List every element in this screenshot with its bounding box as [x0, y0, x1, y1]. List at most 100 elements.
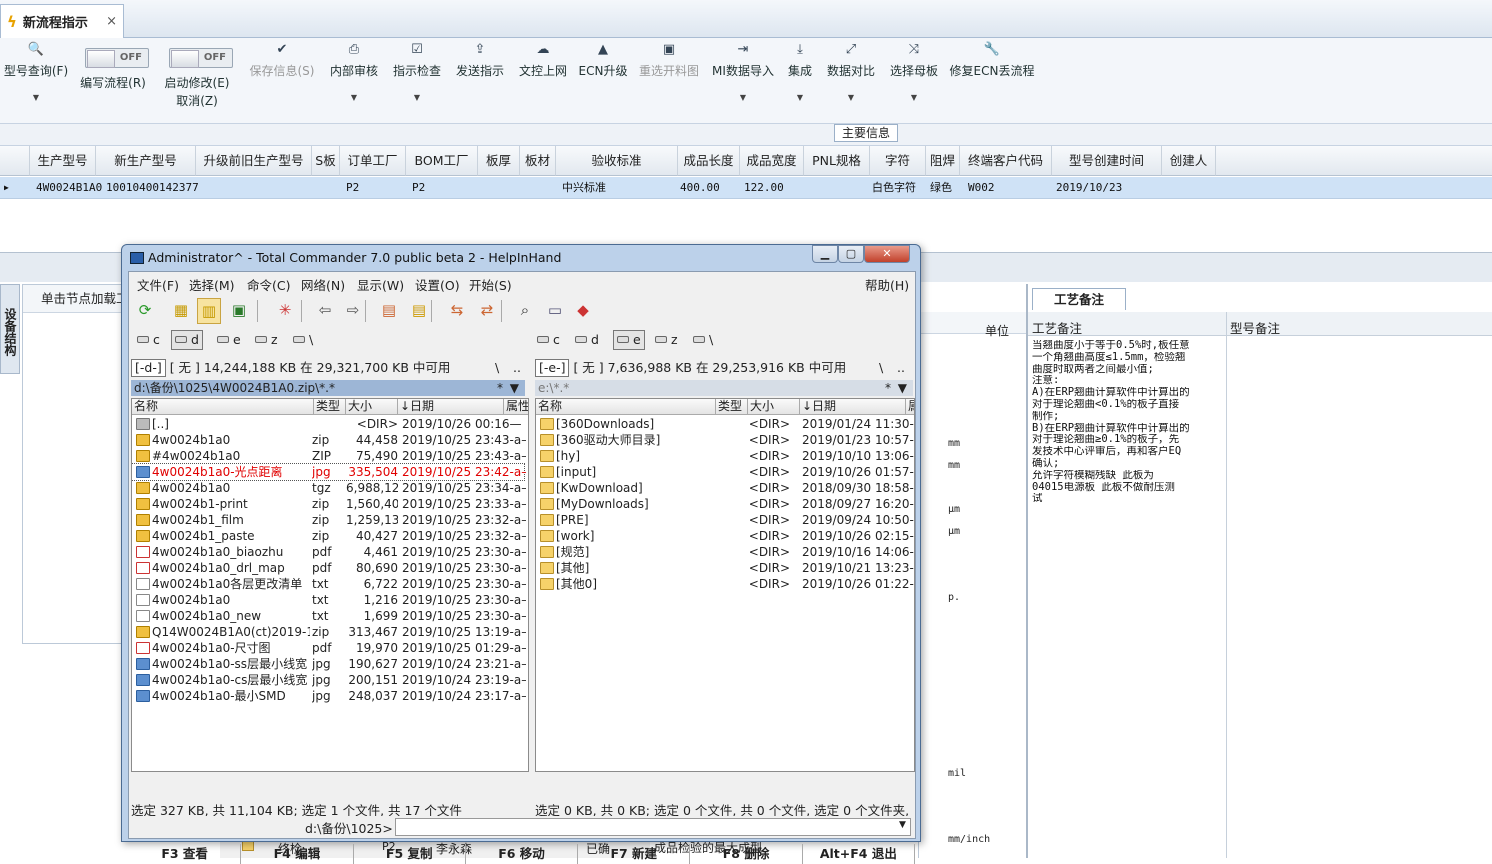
file-row[interactable]: 4w0024b1a0 tgz 6,988,121 2019/10/25 23:34-a…	[132, 480, 528, 496]
command-input[interactable]	[395, 818, 911, 836]
function-key-button[interactable]: Alt+F4 退出	[803, 844, 915, 864]
drive-button-c[interactable]: c	[133, 330, 164, 350]
file-row[interactable]: 4w0024b1_paste zip 40,427 2019/10/25 23:32-…	[132, 528, 528, 544]
forward-icon[interactable]: ⇨	[341, 298, 365, 324]
column-header[interactable]: 大小	[748, 399, 800, 414]
grid-header-cell[interactable]: 型号创建时间	[1052, 146, 1162, 176]
column-header[interactable]: 属性	[504, 399, 528, 414]
left-file-panel[interactable]: 名称 类型 大小 ↓日期 属性 [..] <DIR> 2019/10/26 00:16— 4w0…	[131, 398, 529, 772]
grid-header-cell[interactable]: 生产型号	[30, 146, 96, 176]
chevron-down-icon[interactable]: ▼	[898, 380, 907, 396]
root-button-right[interactable]: \	[879, 358, 883, 378]
table-cell[interactable]: P2	[410, 177, 478, 199]
file-row[interactable]: 4w0024b1a0_biaozhu pdf 4,461 2019/10/25 23:…	[132, 544, 528, 560]
file-row[interactable]: [KwDownload] <DIR> 2018/09/30 18:58-	[536, 480, 914, 496]
table-cell[interactable]: 400.00	[678, 177, 740, 199]
chevron-down-icon[interactable]: ▼	[899, 820, 906, 830]
vertical-tab-device-structure[interactable]: 设备结构	[0, 284, 20, 374]
table-cell[interactable]: 122.00	[742, 177, 804, 199]
url-icon[interactable]: ⇄	[475, 298, 499, 324]
ftp-icon[interactable]: ⇆	[445, 298, 469, 324]
table-cell[interactable]: 中兴标准	[560, 177, 678, 199]
chevron-down-icon[interactable]: ▼	[0, 93, 86, 102]
table-cell[interactable]: 白色字符	[870, 177, 926, 199]
menu-item[interactable]: 开始(S)	[469, 275, 512, 294]
file-row[interactable]: [360驱动大师目录] <DIR> 2019/01/23 10:57-	[536, 432, 914, 448]
grid-header-cell[interactable]: S板	[312, 146, 340, 176]
maximize-button[interactable]: ▢	[838, 245, 864, 263]
column-header[interactable]: 名称	[536, 399, 716, 414]
table-cell[interactable]: 2019/10/23	[1054, 177, 1162, 199]
menu-item[interactable]: 设置(O)	[415, 275, 460, 294]
column-header[interactable]: ↓日期	[398, 399, 504, 414]
minimize-button[interactable]: ▁	[812, 245, 838, 263]
chevron-down-icon[interactable]: ▼	[864, 93, 964, 102]
file-row[interactable]: 4w0024b1a0各层更改清单 txt 6,722 2019/10/25 23:30…	[132, 576, 528, 592]
up-dir-button-right[interactable]: ..	[897, 358, 905, 378]
column-header[interactable]: 类型	[716, 399, 748, 414]
table-cell[interactable]: W002	[966, 177, 1052, 199]
table-cell[interactable]	[482, 177, 520, 199]
grid-header-cell[interactable]: 板材	[520, 146, 556, 176]
ribbon-button-14[interactable]: 🔧 修复ECN丢流程	[942, 40, 1042, 79]
menu-item[interactable]: 命令(C)	[247, 275, 290, 294]
file-row[interactable]: 4w0024b1a0_new txt 1,699 2019/10/25 23:30-a…	[132, 608, 528, 624]
unpack-icon[interactable]: ▤	[407, 298, 431, 324]
file-row[interactable]: [..] <DIR> 2019/10/26 00:16—	[132, 416, 528, 432]
grid-header-cell[interactable]: 升级前旧生产型号	[196, 146, 312, 176]
right-drive-select[interactable]: [-e-]	[535, 359, 570, 377]
grid-header-cell[interactable]: 终端客户代码	[960, 146, 1052, 176]
table-cell[interactable]: 10010400142377	[104, 177, 199, 199]
filter-star[interactable]: *	[497, 380, 503, 396]
drive-button-z[interactable]: z	[251, 330, 282, 350]
thumbnail-icon[interactable]: ▣	[227, 298, 251, 324]
close-icon[interactable]: ×	[106, 14, 117, 29]
file-row[interactable]: 4w0024b1a0-ss层最小线宽 jpg 190,627 2019/10/24 2…	[132, 656, 528, 672]
table-cell[interactable]	[524, 177, 556, 199]
grid-header-cell[interactable]: 验收标准	[556, 146, 678, 176]
table-cell[interactable]	[316, 177, 340, 199]
window-close-button[interactable]: ✕	[864, 245, 910, 263]
function-key-button[interactable]: F3 查看	[129, 844, 242, 864]
column-header[interactable]: 属	[906, 399, 914, 414]
tab-craft-note[interactable]: 工艺备注	[1032, 288, 1126, 310]
drive-button-e[interactable]: e	[613, 330, 645, 350]
grid-header-cell[interactable]: 成品宽度	[740, 146, 804, 176]
table-cell[interactable]	[1166, 177, 1216, 199]
menu-item[interactable]: 帮助(H)	[865, 275, 909, 294]
drive-button-root[interactable]: \	[289, 330, 317, 350]
up-dir-button[interactable]: ..	[513, 358, 521, 378]
function-key-button[interactable]: F8 删除	[690, 844, 803, 864]
grid-header-cell[interactable]: 字符	[870, 146, 926, 176]
drive-button-root[interactable]: \	[689, 330, 717, 350]
grid-header-cell[interactable]: 阻焊	[926, 146, 960, 176]
file-row[interactable]: 4w0024b1a0 txt 1,216 2019/10/25 23:30-a–	[132, 592, 528, 608]
grid-header-cell[interactable]: 创建人	[1162, 146, 1216, 176]
file-row[interactable]: #4w0024b1a0 ZIP 75,490 2019/10/25 23:43-a–	[132, 448, 528, 464]
file-row[interactable]: 4w0024b1a0-光点距离 jpg 335,504 2019/10/25 23:4…	[132, 463, 526, 481]
drive-button-d[interactable]: d	[571, 330, 603, 350]
table-cell[interactable]: 绿色	[928, 177, 960, 199]
file-row[interactable]: [hy] <DIR> 2019/10/10 13:06-	[536, 448, 914, 464]
pack-icon[interactable]: ▤	[377, 298, 401, 324]
search-icon[interactable]: ⌕	[513, 298, 537, 324]
grid-header-cell[interactable]: BOM工厂	[406, 146, 478, 176]
file-row[interactable]: [360Downloads] <DIR> 2019/01/24 11:30-	[536, 416, 914, 432]
ribbon-button-0[interactable]: 🔍 型号查询(F) ▼	[0, 40, 86, 102]
file-row[interactable]: 4w0024b1a0 zip 44,458 2019/10/25 23:43-a–	[132, 432, 528, 448]
file-row[interactable]: 4w0024b1a0_drl_map pdf 80,690 2019/10/25 23…	[132, 560, 528, 576]
refresh-icon[interactable]: ⟳	[133, 298, 157, 324]
menu-item[interactable]: 显示(W)	[357, 275, 404, 294]
toggle-switch[interactable]: OFF	[85, 48, 149, 68]
grid-header-cell[interactable]: 新生产型号	[96, 146, 196, 176]
chevron-down-icon[interactable]: ▼	[510, 380, 519, 396]
file-row[interactable]: Q14W0024B1A0(ct)2019-1... zip 313,467 2019/…	[132, 624, 528, 640]
menu-item[interactable]: 文件(F)	[137, 275, 179, 294]
tab-new-process[interactable]: ϟ 新流程指示 ×	[0, 4, 124, 38]
left-drive-select[interactable]: [-d-]	[131, 359, 166, 377]
file-row[interactable]: [其他0] <DIR> 2019/10/26 01:22-	[536, 576, 914, 592]
table-cell[interactable]	[806, 177, 870, 199]
tree-view-icon[interactable]: ▥	[197, 298, 221, 324]
right-file-panel[interactable]: 名称类型大小↓日期属 [360Downloads] <DIR> 2019/01/24 …	[535, 398, 915, 772]
toggle-switch[interactable]: OFF	[169, 48, 233, 68]
